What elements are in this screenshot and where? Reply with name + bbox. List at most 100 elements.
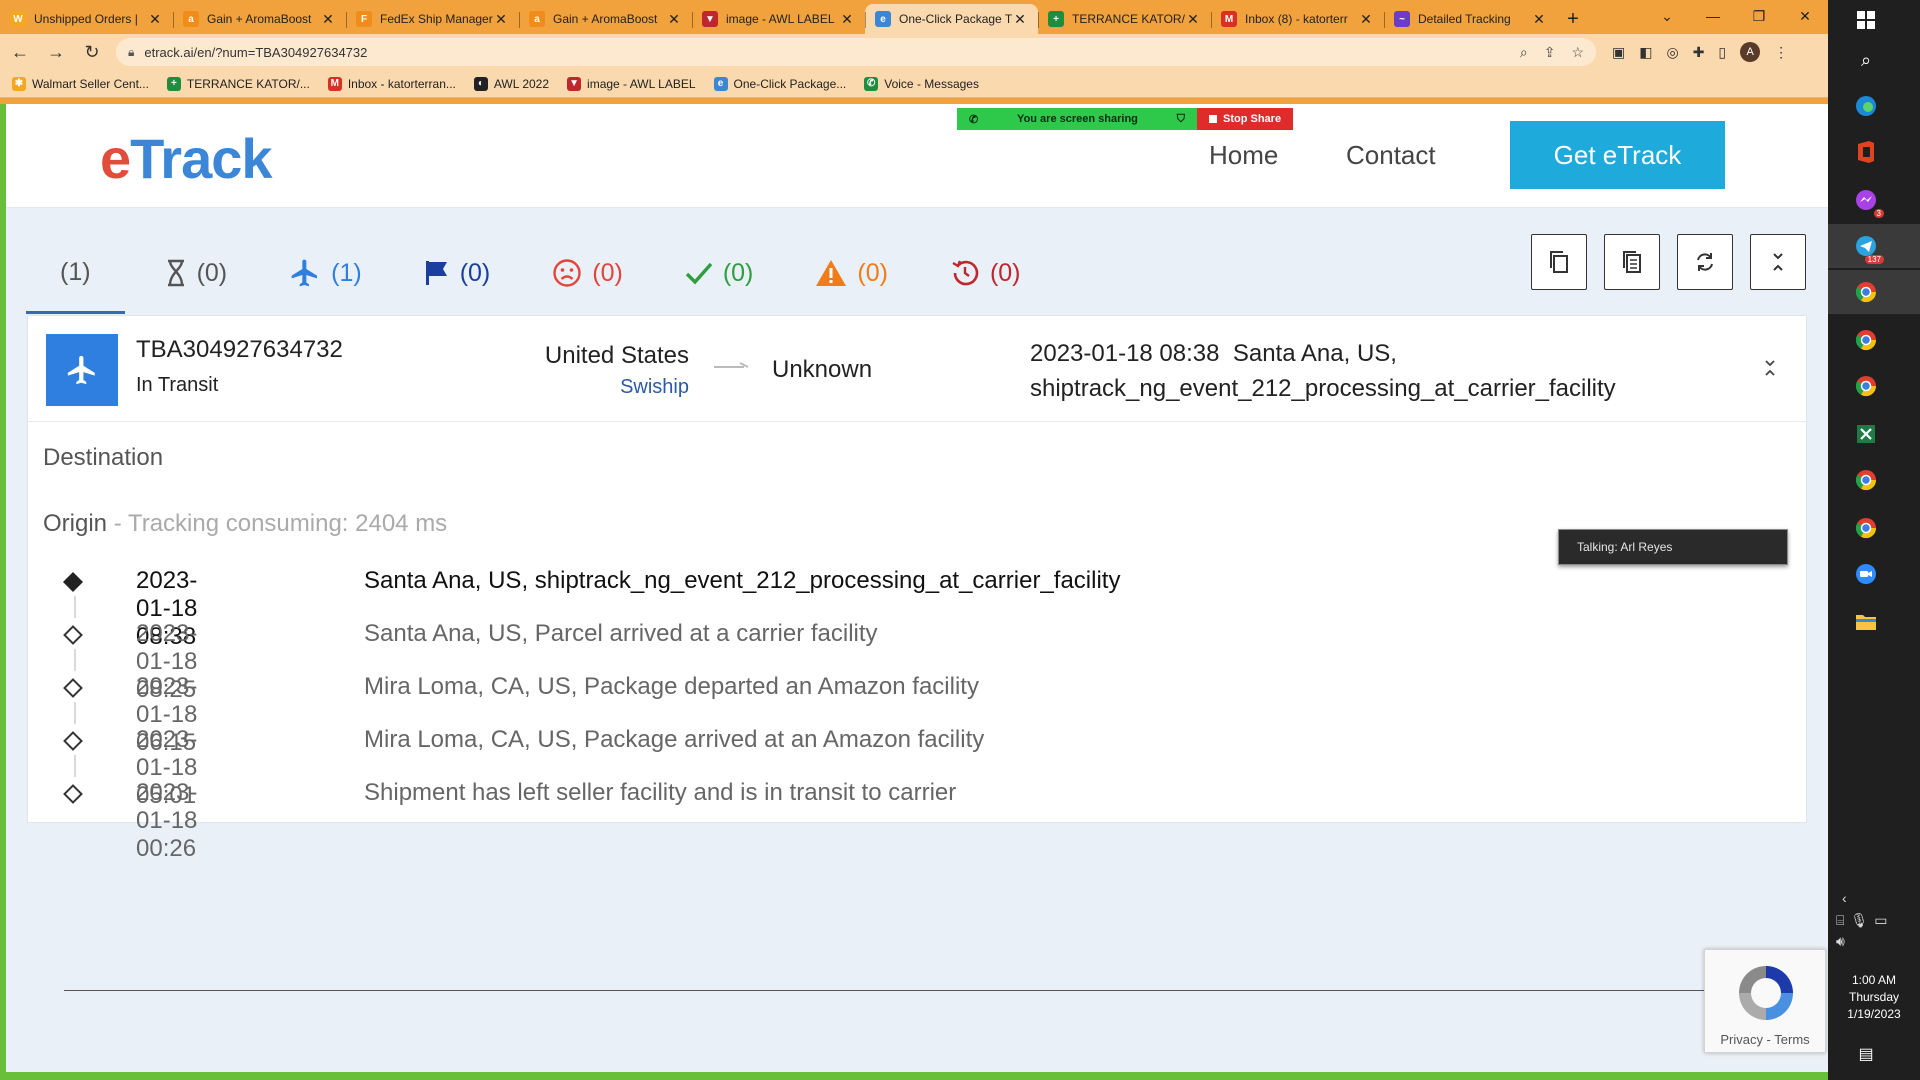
address-bar[interactable]: 🔒︎ etrack.ai/en/?num=TBA304927634732 ⌕ ⇪… — [116, 38, 1596, 66]
filter-tab-hourglass[interactable]: (0) — [165, 234, 227, 314]
minimize-button[interactable]: — — [1690, 0, 1736, 32]
tab-close-icon[interactable]: ✕ — [1012, 11, 1028, 28]
side-panel-icon[interactable]: ▯ — [1718, 44, 1726, 61]
bookmark-star-icon[interactable]: ☆ — [1571, 44, 1584, 61]
extension-icon[interactable]: ◧ — [1639, 44, 1652, 61]
chrome-icon[interactable] — [1852, 278, 1880, 306]
filter-tab-check[interactable]: (0) — [685, 234, 753, 314]
messenger-icon[interactable]: 3 — [1852, 186, 1884, 218]
forward-button[interactable]: → — [40, 36, 72, 68]
browser-tab[interactable]: M Inbox (8) - katorterr ✕ — [1211, 4, 1384, 34]
network-icon[interactable]: ⌸ — [1836, 912, 1844, 929]
timeline-connector — [74, 702, 76, 724]
excel-icon[interactable] — [1852, 420, 1880, 448]
stop-share-button[interactable]: Stop Share — [1197, 108, 1294, 130]
bookmark-favicon-icon: e — [713, 76, 728, 91]
tab-close-icon[interactable]: ✕ — [1185, 11, 1201, 28]
windows-taskbar: ⌕ 3 137 ‹ ⌸ 🎙︎ ▭ 🔊︎ 1:00 AM Thursday 1/1… — [1828, 0, 1920, 1080]
zoom-icon[interactable]: ⌕ — [1520, 44, 1528, 61]
file-explorer-icon[interactable] — [1852, 608, 1880, 636]
tab-close-icon[interactable]: ✕ — [147, 11, 163, 28]
collapse-all-button[interactable] — [1750, 234, 1806, 290]
chrome-icon[interactable] — [1852, 514, 1880, 542]
talking-indicator: Talking: Arl Reyes — [1558, 529, 1788, 565]
bookmark-item[interactable]: + TERRANCE KATOR/... — [166, 76, 310, 91]
extension-icon[interactable]: ◎ — [1666, 44, 1678, 61]
menu-icon[interactable]: ⋮ — [1774, 44, 1788, 61]
browser-tab[interactable]: e One-Click Package T ✕ — [865, 4, 1038, 34]
tracking-card-header[interactable]: TBA304927634732 In Transit United States… — [28, 316, 1806, 422]
diamond-marker-icon — [63, 625, 83, 645]
filter-tab-warning[interactable]: (0) — [815, 234, 888, 314]
restore-button[interactable]: ❐ — [1736, 0, 1782, 32]
browser-tab[interactable]: a Gain + AromaBoost ✕ — [519, 4, 692, 34]
office-icon[interactable] — [1852, 138, 1880, 166]
browser-tab[interactable]: ~ Detailed Tracking ✕ — [1384, 4, 1557, 34]
back-button[interactable]: ← — [4, 36, 36, 68]
telegram-icon[interactable]: 137 — [1852, 232, 1884, 264]
browser-tab[interactable]: W Unshipped Orders | ✕ — [0, 4, 173, 34]
bookmark-item[interactable]: ◐ AWL 2022 — [473, 76, 549, 91]
tab-close-icon[interactable]: ✕ — [1531, 11, 1547, 28]
bookmark-item[interactable]: e One-Click Package... — [713, 76, 846, 91]
nav-home-link[interactable]: Home — [1209, 140, 1278, 171]
destination-country: Unknown — [772, 356, 873, 383]
filter-tab-sad-face[interactable]: (0) — [552, 234, 623, 314]
browser-tab[interactable]: + TERRANCE KATOR/W ✕ — [1038, 4, 1211, 34]
close-window-button[interactable]: ✕ — [1782, 0, 1828, 32]
profile-avatar[interactable]: A — [1740, 42, 1761, 62]
filter-tab-plane[interactable]: (1) — [289, 234, 362, 314]
filter-tab-all[interactable]: (1) — [26, 234, 125, 314]
tab-close-icon[interactable]: ✕ — [839, 11, 855, 28]
browser-tab[interactable]: ▼ image - AWL LABEL ✕ — [692, 4, 865, 34]
chrome-icon[interactable] — [1852, 372, 1880, 400]
notifications-icon[interactable]: ▤ — [1852, 1040, 1880, 1068]
collapse-card-icon[interactable] — [1758, 356, 1782, 380]
chrome-icon[interactable] — [1852, 326, 1880, 354]
bookmark-item[interactable]: ✆ Voice - Messages — [864, 76, 979, 91]
tab-close-icon[interactable]: ✕ — [320, 11, 336, 28]
microphone-icon[interactable]: 🎙︎ — [1850, 912, 1868, 929]
new-tab-button[interactable]: + — [1557, 4, 1589, 34]
zoom-icon[interactable] — [1852, 560, 1880, 588]
tab-search-icon[interactable]: ⌄ — [1644, 0, 1690, 32]
chrome-icon[interactable] — [1852, 466, 1880, 494]
event-description: Mira Loma, CA, US, Package arrived at an… — [364, 726, 985, 753]
tab-favicon-icon: ~ — [1394, 11, 1410, 27]
filter-tab-flag[interactable]: (0) — [424, 234, 491, 314]
carrier-link[interactable]: Swiship — [28, 376, 689, 399]
tab-close-icon[interactable]: ✕ — [1358, 11, 1374, 28]
recaptcha-badge[interactable]: Privacy - Terms — [1704, 949, 1826, 1053]
taskbar-clock[interactable]: 1:00 AM Thursday 1/19/2023 — [1828, 972, 1920, 1023]
get-etrack-button[interactable]: Get eTrack — [1510, 121, 1725, 189]
copy-button[interactable] — [1531, 234, 1587, 290]
filter-count: (0) — [459, 258, 491, 287]
edge-icon[interactable] — [1852, 92, 1880, 120]
recaptcha-links[interactable]: Privacy - Terms — [1705, 1032, 1825, 1047]
tab-close-icon[interactable]: ✕ — [493, 11, 509, 28]
filter-tab-history[interactable]: (0) — [950, 234, 1021, 314]
extension-icon[interactable]: ▣ — [1612, 44, 1625, 61]
bookmark-item[interactable]: ▼ image - AWL LABEL — [567, 76, 696, 91]
search-icon[interactable]: ⌕ — [1852, 46, 1880, 74]
page-viewport: eTrack Home Contact Get eTrack ✆ You are… — [6, 104, 1828, 1072]
bookmark-item[interactable]: ✱ Walmart Seller Cent... — [12, 76, 149, 91]
browser-tab[interactable]: F FedEx Ship Manager ✕ — [346, 4, 519, 34]
copy-details-button[interactable] — [1604, 234, 1660, 290]
origin-heading: Origin - Tracking consuming: 2404 ms — [43, 510, 448, 537]
volume-icon[interactable]: 🔊︎ — [1836, 933, 1912, 950]
show-hidden-icons-icon[interactable]: ‹ — [1842, 890, 1912, 906]
refresh-button[interactable] — [1677, 234, 1733, 290]
windows-start-icon[interactable] — [1852, 6, 1880, 34]
nav-contact-link[interactable]: Contact — [1346, 140, 1436, 171]
browser-tab[interactable]: a Gain + AromaBoost ✕ — [173, 4, 346, 34]
reload-button[interactable]: ↻ — [76, 36, 108, 68]
display-icon[interactable]: ▭ — [1874, 912, 1887, 929]
bookmark-favicon-icon: + — [166, 76, 181, 91]
tab-close-icon[interactable]: ✕ — [666, 11, 682, 28]
share-icon[interactable]: ⇪ — [1544, 44, 1556, 61]
bookmark-item[interactable]: M Inbox - katorterran... — [327, 76, 456, 91]
etrack-logo[interactable]: eTrack — [100, 126, 273, 191]
recaptcha-icon — [1739, 966, 1793, 1020]
extensions-puzzle-icon[interactable]: ✚ — [1693, 44, 1705, 61]
